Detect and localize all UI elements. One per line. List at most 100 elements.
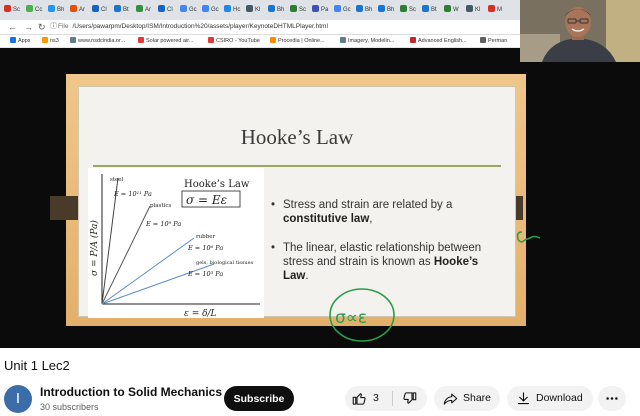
bookmark-favicon-icon	[480, 37, 486, 43]
bookmark-item: Solar powered air...	[138, 35, 193, 47]
tab-favicon-icon	[224, 5, 231, 12]
slide-bullet: • The linear, elastic relationship betwe…	[271, 242, 482, 282]
browser-tab-label: Bh	[387, 7, 395, 13]
browser-tab: Sc	[4, 4, 20, 16]
tab-favicon-icon	[422, 5, 429, 12]
browser-tab-label: Sc	[299, 7, 307, 13]
dislike-button[interactable]	[393, 386, 427, 411]
browser-tab: Ar	[70, 4, 85, 16]
browser-tab: Pa	[312, 4, 328, 16]
browser-tab-label: Sc	[409, 7, 417, 13]
browser-tab-label: W	[453, 7, 459, 13]
download-button[interactable]: Download	[507, 386, 593, 411]
channel-name[interactable]: Introduction to Solid Mechanics	[40, 385, 222, 399]
more-actions-button[interactable]	[598, 386, 626, 411]
like-button[interactable]: 3	[345, 386, 391, 411]
label-rubber-modulus: E = 10⁶ Pa	[187, 244, 223, 252]
bookmark-label: Imagery, Modelin...	[348, 38, 395, 44]
browser-tab: Gc	[334, 4, 351, 16]
video-player[interactable]: Sc Cc Bh Ar Cl Bt Ar Cl Gc Gc Hc Kl Bh Sc Pa Gc Bh Bh Sc Bt…	[0, 0, 640, 348]
presenter-webcam	[520, 0, 640, 62]
bookmark-item: ns3	[42, 35, 59, 47]
back-icon: ←	[8, 22, 17, 32]
bullet-dot: •	[271, 242, 276, 254]
browser-tab-label: Bt	[123, 7, 129, 13]
figure-legend-title: Hooke’s Law	[184, 179, 250, 190]
bookmark-label: ns3	[50, 38, 59, 44]
browser-tab-label: Gc	[343, 7, 351, 13]
subscriber-count: 30 subscribers	[40, 402, 99, 412]
bookmark-item: Perman	[480, 35, 507, 47]
slide-left-tab	[50, 196, 78, 220]
bookmark-favicon-icon	[340, 37, 346, 43]
channel-avatar[interactable]: I	[4, 385, 32, 413]
presenter-image	[520, 0, 640, 62]
line-rubber	[101, 237, 195, 305]
like-dislike-group: 3	[345, 386, 427, 411]
browser-tab: Cl	[158, 4, 173, 16]
tab-favicon-icon	[202, 5, 209, 12]
share-label: Share	[463, 392, 492, 404]
tab-favicon-icon	[114, 5, 121, 12]
browser-tab-label: Kl	[255, 7, 261, 13]
browser-tab: Kl	[246, 4, 260, 16]
browser-address-bar: ← → ↻ ⓘ File/Users/pawarpm/Desktop/ISM/I…	[0, 20, 520, 35]
tab-favicon-icon	[136, 5, 143, 12]
browser-tab-label: Bh	[57, 7, 65, 13]
browser-tab: Bt	[422, 4, 437, 16]
browser-tab-label: Bh	[277, 7, 285, 13]
browser-tab: Kl	[466, 4, 480, 16]
slide-divider	[93, 165, 501, 167]
browser-tab: Cc	[26, 4, 42, 16]
bookmark-label: Procedia | Online...	[278, 38, 325, 44]
bookmarks-bar: Apps ns3 www.nsdcindia.or... Solar powered …	[0, 35, 520, 48]
bookmark-item: Procedia | Online...	[270, 35, 325, 47]
browser-tab: Sc	[400, 4, 416, 16]
label-rubber: rubber	[196, 234, 215, 240]
browser-url: File/Users/pawarpm/Desktop/ISM/Introduct…	[58, 23, 328, 30]
bullet-dot: •	[271, 199, 276, 211]
figure-formula: σ = Eε	[186, 193, 227, 207]
browser-tab-label: Ar	[145, 7, 151, 13]
tab-favicon-icon	[444, 5, 451, 12]
label-plastics-modulus: E = 10⁹ Pa	[145, 220, 181, 228]
browser-tab-label: Gc	[189, 7, 197, 13]
tab-favicon-icon	[268, 5, 275, 12]
tab-favicon-icon	[92, 5, 99, 12]
share-icon	[443, 393, 458, 405]
more-icon	[606, 397, 618, 400]
browser-tab-label: Sc	[13, 7, 21, 13]
browser-tab-label: Kl	[475, 7, 481, 13]
tab-favicon-icon	[26, 5, 33, 12]
browser-tab: Sc	[290, 4, 306, 16]
bookmark-favicon-icon	[10, 37, 16, 43]
label-plastics: plastics	[150, 203, 171, 209]
tab-favicon-icon	[158, 5, 165, 12]
bookmark-favicon-icon	[208, 37, 214, 43]
bookmark-favicon-icon	[138, 37, 144, 43]
browser-tab: Bh	[268, 4, 284, 16]
reload-icon: ↻	[38, 22, 46, 32]
download-icon	[517, 392, 530, 405]
browser-tab-label: Cc	[35, 7, 43, 13]
bookmark-label: Perman	[488, 38, 508, 44]
figure-x-label: ε = δ/L	[184, 309, 217, 318]
tab-favicon-icon	[290, 5, 297, 12]
bookmark-favicon-icon	[410, 37, 416, 43]
share-button[interactable]: Share	[434, 386, 500, 411]
tab-favicon-icon	[4, 5, 11, 12]
browser-tab-label: Gc	[211, 7, 219, 13]
subscribe-button[interactable]: Subscribe	[224, 386, 294, 411]
browser-tab: W	[444, 4, 459, 16]
bookmark-label: Advanced English...	[418, 38, 467, 44]
bookmark-label: www.nsdcindia.or...	[78, 38, 126, 44]
label-steel-modulus: E = 10¹¹ Pa	[113, 190, 152, 198]
tab-favicon-icon	[356, 5, 363, 12]
bookmark-label: CSIRO - YouTube	[216, 38, 260, 44]
browser-tab-label: Cl	[101, 7, 107, 13]
browser-tab-label: M	[497, 7, 502, 13]
browser-tab: Cl	[92, 4, 107, 16]
bookmark-favicon-icon	[270, 37, 276, 43]
tab-favicon-icon	[400, 5, 407, 12]
tab-favicon-icon	[48, 5, 55, 12]
